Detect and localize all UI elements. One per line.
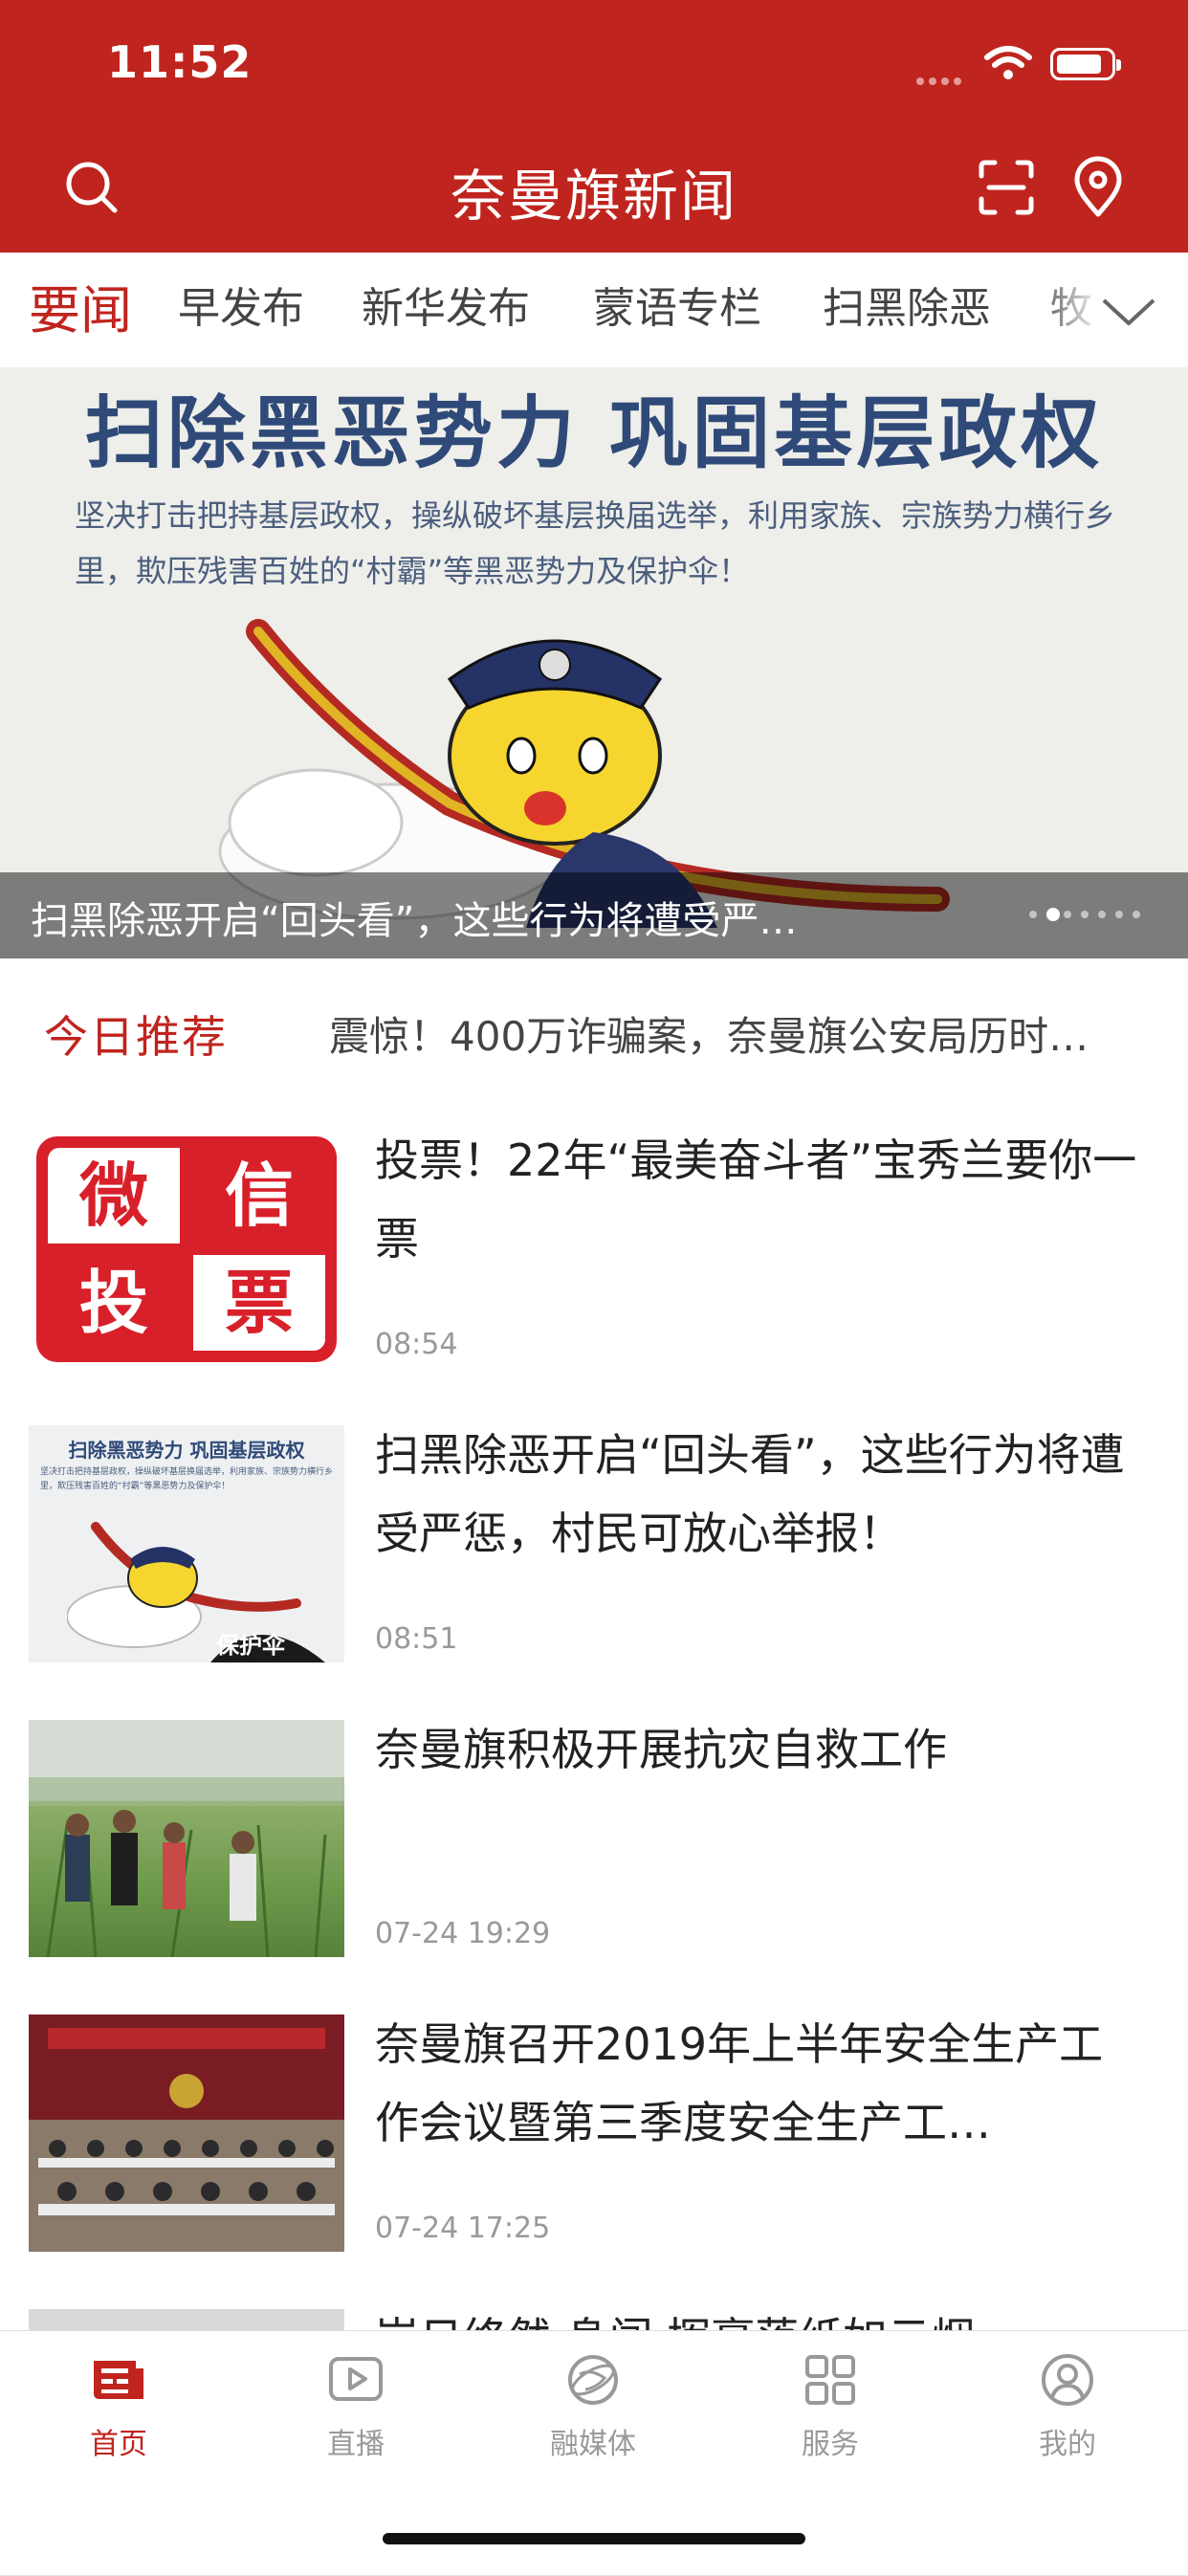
carousel-dot (1133, 911, 1140, 918)
news-time: 08:51 (375, 1622, 458, 1656)
channel-tabs: 要闻 早发布 新华发布 蒙语专栏 扫黑除恶 牧 (0, 253, 1188, 368)
tab-xinhua[interactable]: 新华发布 (362, 274, 530, 335)
news-thumbnail (29, 1720, 344, 1957)
carousel-dot (1029, 911, 1037, 918)
home-indicator (383, 2533, 805, 2544)
thumb-illustration (67, 1522, 325, 1662)
carousel-dot (1081, 911, 1089, 918)
tabbar-label: 服务 (802, 2428, 859, 2461)
news-item[interactable]: 奈曼旗积极开展抗灾自救工作 07-24 19:29 (0, 1691, 1188, 1987)
status-time: 11:52 (107, 36, 253, 88)
play-icon (329, 2357, 383, 2401)
banner-heading: 扫除黑恶势力 巩固基层政权 (84, 388, 1104, 479)
news-item[interactable]: 扫除黑恶势力 巩固基层政权 坚决打击把持基层政权，操纵破坏基层换届选举，利用家族… (0, 1397, 1188, 1692)
carousel-dot (1046, 908, 1060, 921)
scan-icon[interactable] (976, 157, 1037, 218)
news-title: 投票！22年“最美奋斗者”宝秀兰要你一票 (375, 1134, 1137, 1265)
tab-mongolian[interactable]: 蒙语专栏 (593, 274, 761, 335)
news-thumbnail: 微 信 投 票 (29, 1131, 344, 1368)
tabbar-services[interactable]: 服务 (754, 2349, 907, 2462)
carousel-dot (1115, 911, 1123, 918)
news-time: 08:54 (375, 1328, 458, 1361)
tabbar-label: 我的 (1039, 2428, 1096, 2461)
thumb-char: 信 (224, 1156, 294, 1236)
tabbar-label: 首页 (90, 2428, 147, 2461)
tabbar-profile[interactable]: 我的 (991, 2349, 1144, 2462)
news-item[interactable]: 微 信 投 票 投票！22年“最美奋斗者”宝秀兰要你一票 08:54 (0, 1102, 1188, 1398)
news-thumbnail (29, 2015, 344, 2252)
tabbar-live[interactable]: 直播 (279, 2349, 432, 2462)
globe-icon (568, 2355, 618, 2405)
news-title: 奈曼旗积极开展抗灾自救工作 (375, 1724, 947, 1775)
carousel-dot (1098, 911, 1106, 918)
carousel-dot (1064, 911, 1071, 918)
thumb-umbrella-text: 保护伞 (216, 1632, 285, 1659)
news-item[interactable]: 奈曼旗召开2019年上半年安全生产工作会议暨第三季度安全生产工… 07-24 1… (0, 1986, 1188, 2281)
banner-body-text: 坚决打击把持基层政权，操纵破坏基层换届选举，利用家族、宗族势力横行乡里，欺压残害… (75, 497, 1116, 589)
news-time: 07-24 19:29 (375, 1917, 551, 1950)
tab-early-release[interactable]: 早发布 (178, 274, 304, 335)
thumb-char: 微 (48, 1148, 180, 1244)
thumb-body: 坚决打击把持基层政权，操纵破坏基层换届选举，利用家族、宗族势力横行乡里，欺压残害… (40, 1467, 334, 1491)
home-news-icon (94, 2361, 143, 2399)
tabbar-label: 直播 (327, 2428, 385, 2461)
banner-caption[interactable]: 扫黑除恶开启“回头看”，这些行为将遭受严… (31, 890, 1025, 945)
tab-anti-crime[interactable]: 扫黑除恶 (823, 274, 991, 335)
thumb-char: 投 (78, 1263, 148, 1343)
battery-icon (1050, 48, 1121, 80)
thumb-char: 票 (193, 1255, 325, 1351)
news-title: 扫黑除恶开启“回头看”，这些行为将遭受严惩，村民可放心举报！ (375, 1429, 1125, 1559)
thumb-heading: 扫除黑恶势力 巩固基层政权 (68, 1439, 305, 1462)
tabbar-label: 融媒体 (550, 2428, 636, 2461)
news-time: 07-24 17:25 (375, 2212, 551, 2245)
signal-icon (916, 71, 970, 85)
wifi-icon (984, 46, 1032, 79)
grid-icon (805, 2355, 855, 2405)
tab-headlines[interactable]: 要闻 (29, 268, 132, 343)
tabbar-home[interactable]: 首页 (42, 2349, 195, 2462)
news-thumbnail: 扫除黑恶势力 巩固基层政权 坚决打击把持基层政权，操纵破坏基层换届选举，利用家族… (29, 1425, 344, 1662)
location-icon[interactable] (1067, 155, 1129, 220)
tabbar-media[interactable]: 融媒体 (517, 2349, 670, 2462)
today-recommend-label: 今日推荐 (44, 1011, 228, 1063)
news-title: 奈曼旗召开2019年上半年安全生产工作会议暨第三季度安全生产工… (375, 2018, 1104, 2148)
today-recommend-headline[interactable]: 震惊！400万诈骗案，奈曼旗公安局历时… (329, 1004, 1152, 1063)
chevron-down-icon[interactable] (1100, 283, 1157, 341)
user-icon (1042, 2354, 1093, 2406)
